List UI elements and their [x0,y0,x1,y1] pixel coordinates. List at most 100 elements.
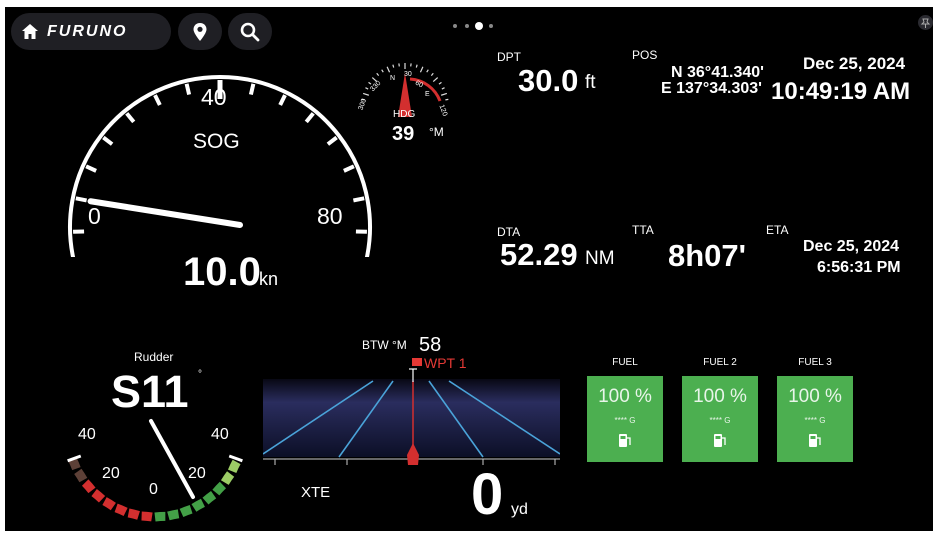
sog-tick [326,135,338,146]
sog-needle [87,198,243,228]
highway-view [263,368,560,465]
tta-label: TTA [632,223,654,237]
fuel-gallons: **** G [614,416,636,425]
sog-tick [352,196,365,203]
pin-icon [920,18,931,28]
pin-button[interactable] [918,15,933,30]
rudder-arc-segment [191,498,205,512]
rudder-degree: ° [198,369,202,380]
rudder-arc-segment [114,503,128,517]
sog-tick [248,83,256,96]
waypoint-label: WPT 1 [424,355,467,371]
btw-label: BTW °M [362,338,407,352]
sog-tick [278,94,287,106]
location-button[interactable] [178,13,222,50]
hdg-label-60: 60 [413,79,425,90]
rudder-arc-segment [68,457,81,471]
rudder-arc-segment [74,468,88,483]
hdg-tick [415,64,418,68]
hdg-label-n: N [390,75,396,82]
search-button[interactable] [228,13,272,50]
fuel-value: 100 % [788,386,842,407]
current-date: Dec 25, 2024 [803,54,906,73]
dta-unit: NM [585,248,615,269]
sog-unit: kn [259,269,279,289]
sog-scale-40: 40 [201,84,227,110]
rudder-stbd-40: 40 [211,426,229,443]
sog-scale-80: 80 [317,203,343,229]
rudder-arc-segment [212,481,227,496]
rudder-center-0: 0 [149,481,158,498]
position-label: POS [632,48,658,62]
sog-tick [75,196,88,203]
home-icon [22,24,38,39]
dta-value: 52.29 [500,237,578,272]
rudder-port-20: 20 [102,465,120,482]
xte-unit: yd [511,501,528,518]
xte-label: XTE [301,484,331,501]
rudder-stbd-20: 20 [188,465,206,482]
fuel-pump-icon [714,434,726,447]
location-pin-icon [193,22,207,41]
fuel-pump-icon [619,434,631,447]
sog-value: 10.0 [183,250,261,294]
hdg-label-330: 330 [369,79,383,94]
fuel-title-1: FUEL [612,357,638,368]
rudder-arc-segment [154,511,166,522]
page-dot[interactable] [465,24,469,28]
rudder-arc-segment [102,497,116,511]
sog-tick [153,94,162,106]
sog-tick [304,112,315,124]
depth-label: DPT [497,50,521,64]
rudder-arc-segment [220,471,235,485]
brand-logo: FURUNO [47,22,128,40]
hdg-unit: °M [429,125,444,139]
fuel-value: 100 % [693,386,747,407]
rudder-arc-segment [167,509,180,521]
fuel-card-1[interactable]: 100 % **** G [587,376,663,462]
hdg-label-30: 30 [404,71,412,78]
rudder-arc-segment [127,508,140,520]
search-icon [240,22,260,41]
tta-value: 8h07' [668,238,747,273]
instrument-screen: FURUNO 40 0 80 SOG 10.0 kn 300 330 N 30 … [5,7,933,531]
fuel-title-2: FUEL 2 [703,357,737,368]
rudder-label: Rudder [134,350,174,364]
fuel-title-3: FUEL 3 [798,357,832,368]
btw-value: 58 [419,334,442,356]
hdg-tick [392,64,395,68]
page-dot[interactable] [489,24,493,28]
sog-tick [125,112,136,124]
current-time: 10:49:19 AM [771,78,911,105]
page-indicator[interactable] [451,18,501,30]
sog-tick [85,164,97,173]
eta-label: ETA [766,223,789,237]
eta-time: 6:56:31 PM [817,259,901,276]
hdg-value: 39 [392,123,415,145]
rudder-port-40: 40 [78,426,96,443]
xte-value: 0 [471,462,504,527]
depth-value: 30.0 [518,63,579,98]
position-lon: E 137°34.303' [661,80,762,97]
hdg-label-300: 300 [357,97,369,112]
fuel-value: 100 % [598,386,652,407]
rudder-arc-segment [91,488,106,503]
fuel-card-3[interactable]: 100 % **** G [777,376,853,462]
sog-tick [343,164,355,173]
depth-unit: ft [585,72,596,93]
fuel-gallons: **** G [804,416,826,425]
sog-scale-0: 0 [88,203,101,229]
fuel-pump-icon [809,434,821,447]
rudder-arc-segment [141,511,153,522]
rudder-arc-segment [81,479,96,494]
fuel-card-2[interactable]: 100 % **** G [682,376,758,462]
rudder-arc-segment [179,504,193,518]
sog-tick [184,83,192,96]
hdg-label-120: 120 [437,103,449,118]
sog-label: SOG [193,130,240,153]
page-dot[interactable] [475,22,483,30]
page-dot[interactable] [453,24,457,28]
home-brand-button[interactable]: FURUNO [11,13,171,50]
waypoint-flag-icon [412,358,422,366]
hdg-label: HDG [393,109,416,120]
